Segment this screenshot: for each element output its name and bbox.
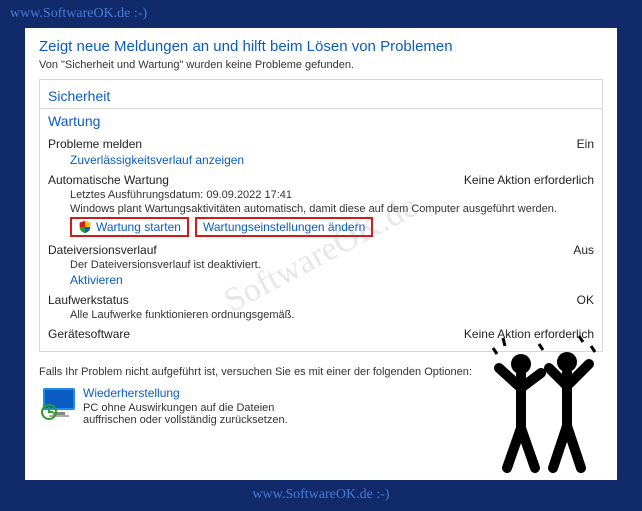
maintenance-section-header[interactable]: Wartung: [48, 111, 594, 131]
file-history-activate-link[interactable]: Aktivieren: [70, 273, 123, 287]
drive-status-label: Laufwerkstatus: [48, 293, 129, 307]
recovery-text: Wiederherstellung PC ohne Auswirkungen a…: [83, 386, 303, 429]
drive-status-row: Laufwerkstatus OK: [48, 293, 594, 307]
device-software-status: Keine Aktion erforderlich: [464, 327, 594, 341]
start-maintenance-button[interactable]: Wartung starten: [70, 217, 189, 237]
page-title: Zeigt neue Meldungen an und hilft beim L…: [39, 38, 603, 55]
sections-box: Sicherheit Wartung Probleme melden Ein Z…: [39, 79, 603, 352]
maintenance-settings-label: Wartungseinstellungen ändern: [203, 220, 365, 234]
problems-status: Ein: [577, 137, 594, 151]
reliability-history-link[interactable]: Zuverlässigkeitsverlauf anzeigen: [70, 153, 244, 167]
section-divider: [40, 108, 602, 109]
highlighted-links-group: Wartung starten Wartungseinstellungen än…: [70, 217, 594, 237]
page-subtitle: Von "Sicherheit und Wartung" wurden kein…: [39, 59, 603, 71]
auto-maint-row: Automatische Wartung Keine Aktion erford…: [48, 173, 594, 187]
problems-row: Probleme melden Ein: [48, 137, 594, 151]
recovery-monitor-icon: [39, 386, 83, 429]
recovery-link[interactable]: Wiederherstellung: [83, 386, 180, 400]
watermark-top: www.SoftwareOK.de :-): [0, 0, 642, 28]
file-history-row: Dateiversionsverlauf Aus: [48, 243, 594, 257]
security-section-header[interactable]: Sicherheit: [48, 86, 594, 106]
recovery-desc: PC ohne Auswirkungen auf die Dateien auf…: [83, 402, 303, 426]
auto-maint-label: Automatische Wartung: [48, 173, 169, 187]
footer-text: Falls Ihr Problem nicht aufgeführt ist, …: [39, 366, 603, 378]
auto-maint-desc: Windows plant Wartungsaktivitäten automa…: [70, 203, 594, 215]
auto-maint-last-run: Letztes Ausführungsdatum: 09.09.2022 17:…: [70, 189, 594, 201]
uac-shield-icon: [78, 220, 92, 234]
start-maintenance-label: Wartung starten: [96, 220, 181, 234]
auto-maint-status: Keine Aktion erforderlich: [464, 173, 594, 187]
drive-status-value: OK: [577, 293, 594, 307]
file-history-desc: Der Dateiversionsverlauf ist deaktiviert…: [70, 259, 594, 271]
file-history-status: Aus: [573, 243, 594, 257]
device-software-label: Gerätesoftware: [48, 327, 130, 341]
maintenance-settings-button[interactable]: Wartungseinstellungen ändern: [195, 217, 373, 237]
drive-status-desc: Alle Laufwerke funktionieren ordnungsgem…: [70, 309, 594, 321]
watermark-bottom: www.SoftwareOK.de :-): [0, 487, 642, 503]
security-maintenance-panel: SoftwareOK.de Zeigt neue Meldungen an un…: [25, 28, 617, 480]
device-software-row: Gerätesoftware Keine Aktion erforderlich: [48, 327, 594, 341]
file-history-label: Dateiversionsverlauf: [48, 243, 157, 257]
problems-label: Probleme melden: [48, 137, 142, 151]
recovery-row: Wiederherstellung PC ohne Auswirkungen a…: [39, 386, 603, 429]
